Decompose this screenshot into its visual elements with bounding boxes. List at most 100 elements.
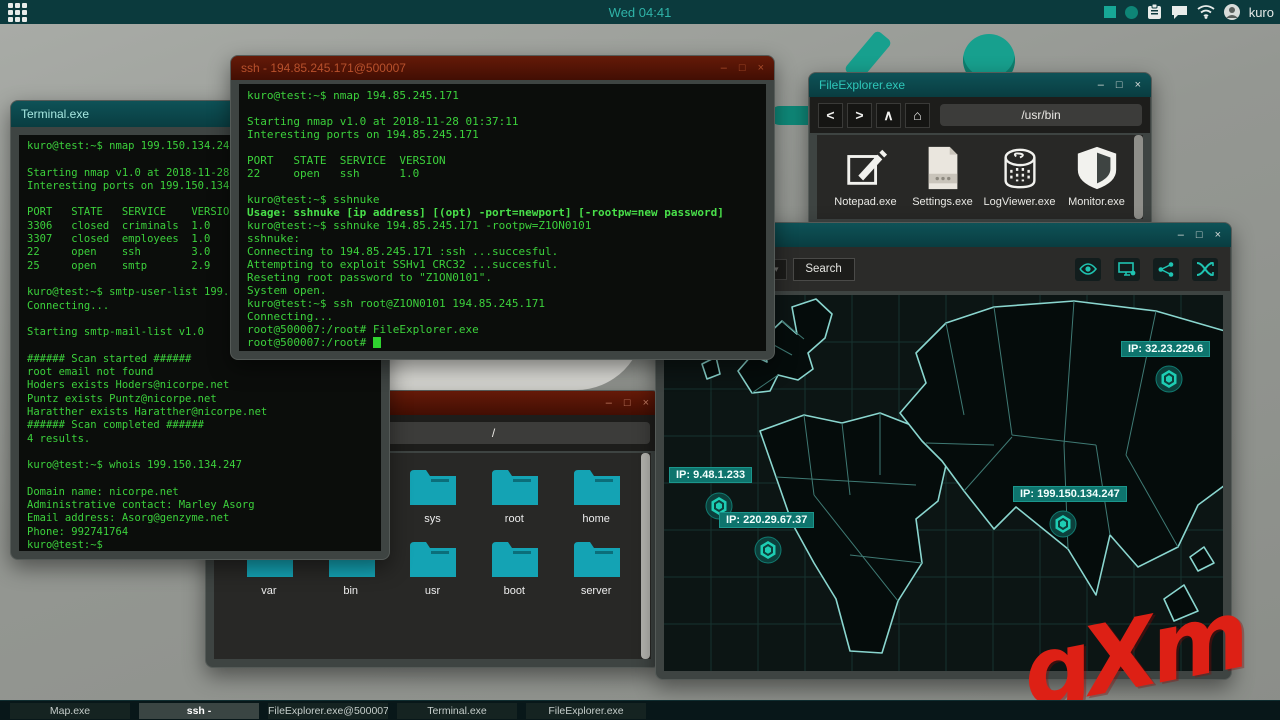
febin-title-bar[interactable]: FileExplorer.exe [809, 73, 1151, 97]
ssh-line: Starting nmap v1.0 at 2018-11-28 01:37:1… [247, 115, 519, 128]
address-bar[interactable]: /usr/bin [940, 104, 1142, 126]
maximize-icon[interactable] [1116, 73, 1123, 97]
ip-label[interactable]: IP: 220.29.67.37 [719, 512, 815, 528]
ssh-line: System open. [247, 284, 327, 297]
close-icon[interactable] [1135, 73, 1141, 97]
taskbar-item[interactable]: FileExplorer.exe@500007 [268, 702, 388, 719]
ip-label[interactable]: IP: 199.150.134.247 [1013, 486, 1127, 502]
taskbar-item[interactable]: Map.exe [10, 702, 130, 719]
ssh-output[interactable]: kuro@test:~$ nmap 194.85.245.171 Starting… [239, 84, 766, 351]
ssh-line: sshnuke: [247, 232, 300, 245]
folder-item[interactable]: boot [473, 533, 555, 597]
eye-icon[interactable] [1075, 257, 1101, 281]
folder-icon [492, 542, 539, 577]
chat-icon[interactable] [1171, 5, 1188, 20]
home-icon[interactable]: ⌂ [905, 102, 930, 128]
minimize-icon[interactable] [1098, 73, 1104, 97]
folder-item[interactable]: server [555, 533, 637, 597]
taskbar: Map.exe ssh - FileExplorer.exe@500007 Termi… [0, 700, 1280, 720]
terminal-line: kuro@test:~$ [27, 538, 103, 551]
minimize-icon[interactable] [1178, 223, 1184, 247]
file-item-monitor[interactable]: Monitor.exe [1058, 145, 1135, 208]
ssh-line: 22 open ssh 1.0 [247, 167, 420, 180]
back-icon[interactable]: < [818, 102, 843, 128]
remote-screen-icon[interactable] [1114, 257, 1140, 281]
settings-icon [928, 146, 957, 190]
file-item-settings[interactable]: Settings.exe [904, 145, 981, 208]
taskbar-item[interactable]: ssh - [139, 702, 259, 719]
map-marker[interactable] [1049, 510, 1077, 538]
monitor-shield-icon [1077, 146, 1116, 190]
ssh-line [247, 141, 758, 154]
terminal-title: Terminal.exe [21, 107, 90, 121]
close-icon[interactable] [758, 56, 764, 80]
shuffle-icon[interactable] [1192, 257, 1218, 281]
taskbar-item[interactable]: Terminal.exe [397, 702, 517, 719]
terminal-line: 4 results. [27, 432, 91, 445]
ssh-line [247, 102, 758, 115]
close-icon[interactable] [1215, 223, 1221, 247]
febin-title: FileExplorer.exe [819, 78, 906, 92]
file-item-logviewer[interactable]: LogViewer.exe [981, 145, 1058, 208]
folder-icon [574, 470, 621, 505]
ssh-line: PORT STATE SERVICE VERSION [247, 154, 446, 167]
maximize-icon[interactable] [739, 56, 746, 80]
folder-item[interactable]: usr [392, 533, 474, 597]
map-marker[interactable] [754, 536, 782, 564]
ssh-line: Connecting to 194.85.245.171 :ssh ...suc… [247, 245, 559, 258]
ssh-line: root@500007:/root# FileExplorer.exe [247, 323, 479, 336]
maximize-icon[interactable] [624, 391, 631, 415]
folder-icon [492, 470, 539, 505]
forward-icon[interactable]: > [847, 102, 872, 128]
terminal-line: Hoders exists Hoders@nicorpe.net [27, 379, 230, 392]
ssh-title-bar[interactable]: ssh - 194.85.245.171@500007 [231, 56, 774, 80]
ssh-line: kuro@test:~$ sshnuke 194.85.245.171 -roo… [247, 219, 592, 232]
notepad-icon [846, 149, 887, 185]
terminal-line: Administrative contact: Marley Asorg [27, 499, 255, 512]
folder-icon [410, 542, 457, 577]
map-marker[interactable] [1155, 365, 1183, 393]
folder-item[interactable]: sys [392, 461, 474, 525]
ssh-line: root@500007:/root# [247, 336, 758, 349]
ssh-line: Connecting... [247, 310, 334, 323]
terminal-line: Haratther exists Haratther@nicorpe.net [27, 405, 268, 418]
up-icon[interactable]: ∧ [876, 102, 901, 128]
ip-label[interactable]: IP: 9.48.1.233 [669, 467, 753, 483]
window-file-explorer-bin: FileExplorer.exe < > ∧ ⌂ /usr/bin Notepa… [808, 72, 1152, 228]
taskbar-item[interactable]: FileExplorer.exe [526, 702, 646, 719]
terminal-line: ###### Scan completed ###### [27, 419, 205, 432]
share-icon[interactable] [1153, 257, 1179, 281]
folder-icon [574, 542, 621, 577]
ip-label[interactable]: IP: 32.23.229.6 [1121, 341, 1211, 357]
folder-item[interactable]: root [473, 461, 555, 525]
tray-circle-icon[interactable] [1124, 5, 1138, 19]
minimize-icon[interactable] [721, 56, 727, 80]
user-avatar[interactable] [1223, 4, 1240, 20]
folder-item[interactable]: home [555, 461, 637, 525]
maximize-icon[interactable] [1196, 223, 1203, 247]
close-icon[interactable] [643, 391, 649, 415]
ssh-line: kuro@test:~$ ssh root@Z1ON0101 194.85.24… [247, 297, 546, 310]
window-ssh: ssh - 194.85.245.171@500007 kuro@test:~$… [230, 55, 775, 360]
ssh-line: kuro@test:~$ nmap 194.85.245.171 [247, 89, 459, 102]
ssh-line: kuro@test:~$ sshnuke [247, 193, 380, 206]
terminal-line: Puntz exists Puntz@nicorpe.net [27, 392, 217, 405]
ssh-line: Reseting root password to "Z1ON0101". [247, 271, 493, 284]
terminal-line: Email address: Asorg@genzyme.net [27, 512, 230, 525]
minimize-icon[interactable] [606, 391, 612, 415]
scrollbar[interactable] [1134, 135, 1143, 219]
scrollbar[interactable] [641, 453, 650, 659]
tray-square-icon[interactable] [1103, 6, 1116, 18]
wifi-icon[interactable] [1197, 5, 1215, 19]
ssh-line: Attempting to exploit SSHv1 CRC32 ...suc… [247, 258, 559, 271]
terminal-line: kuro@test:~$ whois 199.150.134.247 [27, 459, 242, 472]
ssh-line: Interesting ports on 194.85.245.171 [247, 128, 479, 141]
clipboard-icon[interactable] [1147, 4, 1162, 20]
terminal-line: Phone: 992741764 [27, 525, 129, 538]
file-item-notepad[interactable]: Notepad.exe [827, 145, 904, 208]
febin-content: Notepad.exe Settings.exe LogViewer.exe M… [817, 135, 1143, 219]
top-bar: Wed 04:41 kuro [0, 0, 1280, 24]
search-button[interactable]: Search [792, 257, 855, 281]
terminal-line: Domain name: nicorpe.net [27, 485, 179, 498]
